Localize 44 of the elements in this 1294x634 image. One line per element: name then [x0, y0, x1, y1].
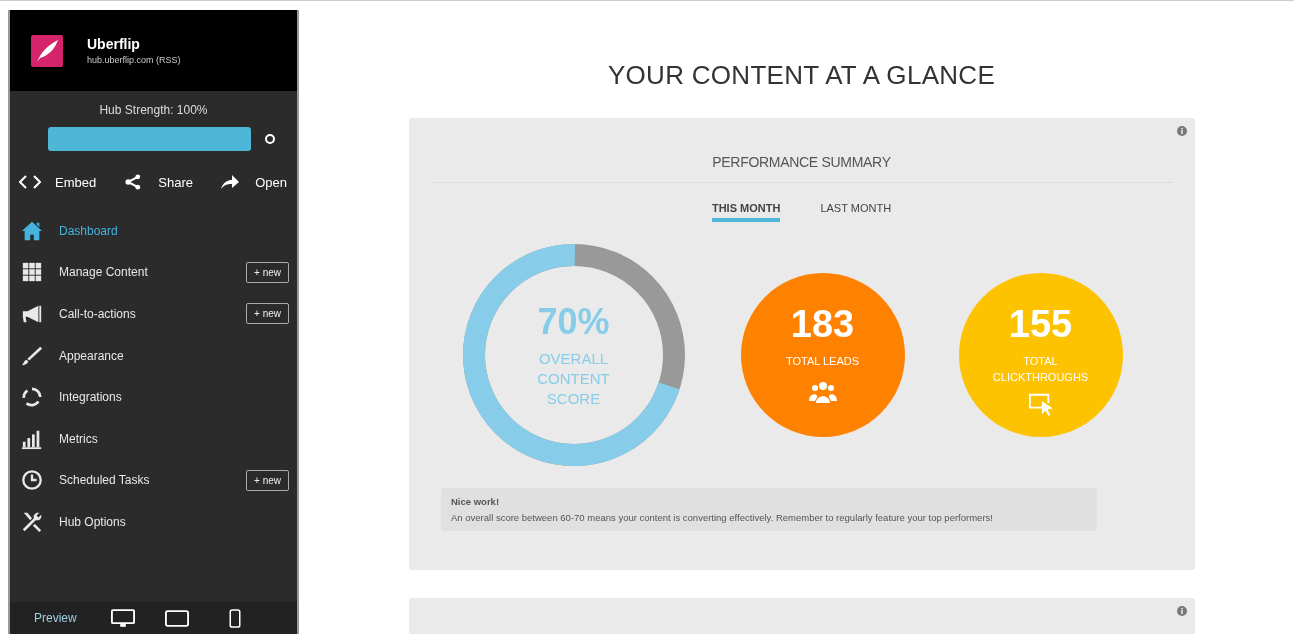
- share-link[interactable]: Share: [122, 174, 194, 190]
- logo-icon: [31, 34, 63, 67]
- phone-icon[interactable]: [228, 608, 241, 628]
- tools-icon: [21, 510, 43, 533]
- nav-item[interactable]: Integrations: [21, 386, 122, 409]
- desktop-icon[interactable]: [110, 608, 135, 628]
- grid-icon: [21, 261, 43, 284]
- nav-item[interactable]: Dashboard: [21, 219, 118, 242]
- home-icon: [21, 219, 43, 242]
- new-button[interactable]: + new: [246, 261, 289, 283]
- arrow-icon: [219, 174, 242, 190]
- note-title: Nice work!: [451, 496, 501, 507]
- stat-label: TOTAL LEADS: [784, 354, 861, 369]
- clock-icon: [21, 469, 43, 492]
- sync-icon: [21, 386, 43, 409]
- hub-url: hub.uberflip.com (RSS): [87, 55, 181, 65]
- nav-item[interactable]: Call-to-actions: [21, 303, 136, 325]
- open-link[interactable]: Open: [219, 174, 287, 190]
- new-button[interactable]: + new: [246, 469, 289, 491]
- nav-item[interactable]: Scheduled Tasks: [21, 469, 150, 492]
- period-tab[interactable]: THIS MONTH: [711, 202, 781, 222]
- score-value: 70%: [537, 300, 610, 343]
- embed-link[interactable]: Embed: [19, 174, 97, 190]
- nav-item[interactable]: Metrics: [21, 427, 98, 450]
- code-icon: [19, 174, 41, 190]
- new-button[interactable]: + new: [246, 303, 289, 325]
- nav-item[interactable]: Manage Content: [21, 261, 148, 284]
- page-title: YOUR CONTENT AT A GLANCE: [607, 60, 996, 91]
- hub-name: Uberflip: [87, 36, 141, 52]
- period-tab[interactable]: LAST MONTH: [820, 202, 892, 222]
- card-title: PERFORMANCE SUMMARY: [430, 154, 1173, 183]
- stat-label: TOTAL CLICKTHROUGHS: [991, 354, 1090, 385]
- brush-icon: [21, 344, 43, 367]
- stat-value: 183: [790, 303, 855, 346]
- hub-strength-label: Hub Strength: 100%: [99, 103, 208, 117]
- note-text: An overall score between 60-70 means your content is converting effectively. Remember to regularly feature your top performers!: [451, 512, 994, 523]
- stat-value: 155: [1008, 303, 1073, 346]
- people-icon: [807, 379, 838, 404]
- score-label: OVERALL CONTENT SCORE: [536, 348, 611, 410]
- preview-label: Preview: [34, 611, 77, 625]
- nav-item[interactable]: Hub Options: [21, 510, 126, 533]
- nav-item[interactable]: Appearance: [21, 344, 124, 367]
- megaphone-icon: [21, 303, 43, 325]
- tablet-icon[interactable]: [164, 608, 189, 628]
